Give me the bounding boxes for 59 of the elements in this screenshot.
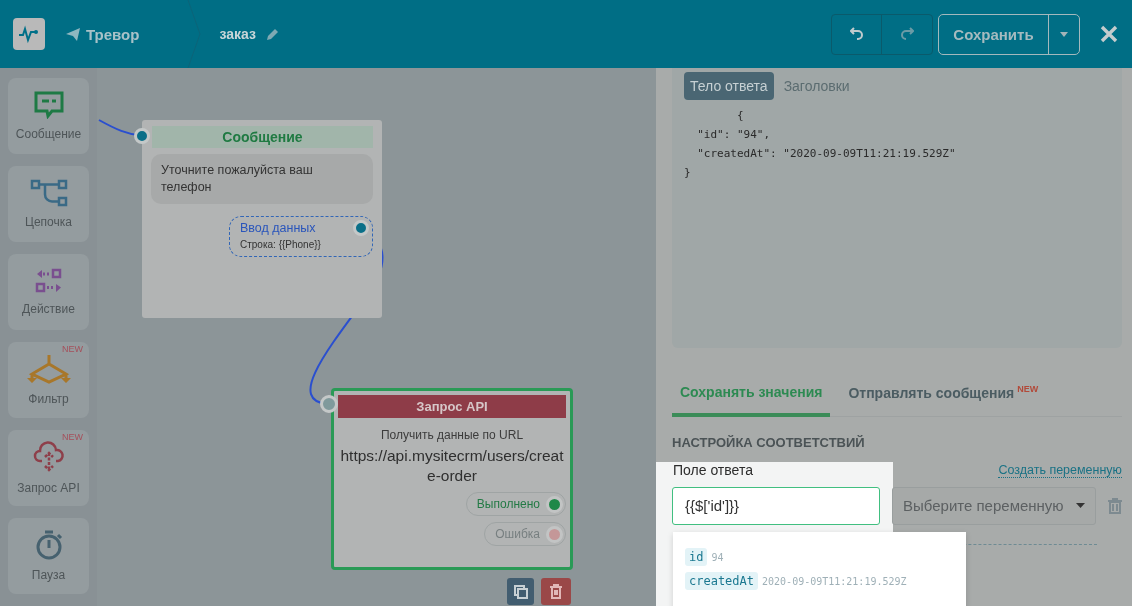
stopwatch-icon xyxy=(34,530,63,560)
delete-button[interactable] xyxy=(541,578,571,605)
create-variable-link[interactable]: Создать переменную xyxy=(998,462,1122,478)
message-text: Уточните пожалуйста ваш телефон xyxy=(151,154,373,204)
tool-card[interactable]: Действие xyxy=(8,254,89,330)
new-label: NEW xyxy=(62,432,83,442)
paper-plane-icon xyxy=(66,27,80,41)
tool-card[interactable]: Сообщение xyxy=(8,78,89,154)
tool-card[interactable]: Цепочка xyxy=(8,166,89,242)
pencil-icon[interactable] xyxy=(265,27,279,41)
section-heading: НАСТРОЙКА СООТВЕТСТВИЙ xyxy=(672,434,866,450)
tool-label: Действие xyxy=(22,302,75,316)
cloud-icon xyxy=(32,441,65,473)
response-body: { "id": "94", "createdAt": "2020-09-09T11:21:19.529Z" } xyxy=(684,108,957,181)
copy-button[interactable] xyxy=(507,578,534,605)
caret-icon xyxy=(1060,31,1068,37)
tool-label: Цепочка xyxy=(25,215,72,229)
response-tab[interactable]: Тело ответа xyxy=(684,72,774,100)
suggestion-item[interactable]: createdAt 2020-09-09T11:21:19.529Z xyxy=(685,572,954,590)
redo-arrow-icon xyxy=(900,27,914,41)
node-title: Запрос API xyxy=(338,395,566,418)
copy-icon xyxy=(513,584,528,599)
tool-label: Сообщение xyxy=(15,127,82,141)
tool-card[interactable]: Пауза xyxy=(8,518,89,594)
mapping-tab[interactable]: Сохранять значения xyxy=(672,376,831,417)
chain-icon xyxy=(29,179,68,207)
tool-label: Пауза xyxy=(31,568,66,582)
input-block[interactable]: Ввод данных Строка: {{Phone}} xyxy=(229,216,373,257)
scenario-name: заказ xyxy=(219,26,256,42)
input-value: Строка: {{Phone}} xyxy=(240,239,322,250)
node-title: Сообщение xyxy=(152,126,373,148)
chat-icon xyxy=(33,91,64,119)
new-label: NEW xyxy=(62,344,83,354)
response-field-input[interactable]: {{$['id']}} xyxy=(672,486,880,525)
tool-label: Фильтр xyxy=(28,392,69,406)
tool-card[interactable]: NEW Фильтр xyxy=(8,342,89,418)
api-node[interactable]: Запрос API Получить данные по URL https://api.mysitecrm/users/create-order Выполнено Ошибка xyxy=(331,388,573,570)
tool-label: Запрос API xyxy=(17,481,80,495)
arrows-icon xyxy=(34,268,63,294)
bot-name[interactable]: Тревор xyxy=(86,25,140,43)
message-node[interactable]: Сообщение Уточните пожалуйста ваш телефон Ввод данных Строка: {{Phone}} xyxy=(142,120,382,318)
suggestion-item[interactable]: id 94 xyxy=(685,548,954,566)
connection-dot[interactable] xyxy=(320,395,338,413)
node-description: Получить данные по URL xyxy=(380,428,524,442)
connection-dot[interactable] xyxy=(353,220,369,236)
trash-icon xyxy=(549,584,563,599)
logo-icon[interactable] xyxy=(13,18,45,50)
variable-select[interactable]: Выберите переменную xyxy=(892,486,1096,525)
close-icon[interactable] xyxy=(1100,25,1118,43)
branch-icon xyxy=(25,354,72,384)
undo-arrow-icon xyxy=(849,27,864,41)
caret-icon xyxy=(1076,503,1085,509)
input-title: Ввод данных xyxy=(240,221,317,235)
response-tab[interactable]: Заголовки xyxy=(777,72,856,100)
mapping-tab[interactable]: Отправлять сообщения $^{NEW}$ xyxy=(840,376,1047,417)
field-label: Поле ответа xyxy=(673,461,753,478)
request-url: https://api.mysitecrm/users/create-order xyxy=(339,446,565,486)
connection-dot[interactable] xyxy=(134,128,150,144)
tool-card[interactable]: NEW Запрос API xyxy=(8,430,89,506)
